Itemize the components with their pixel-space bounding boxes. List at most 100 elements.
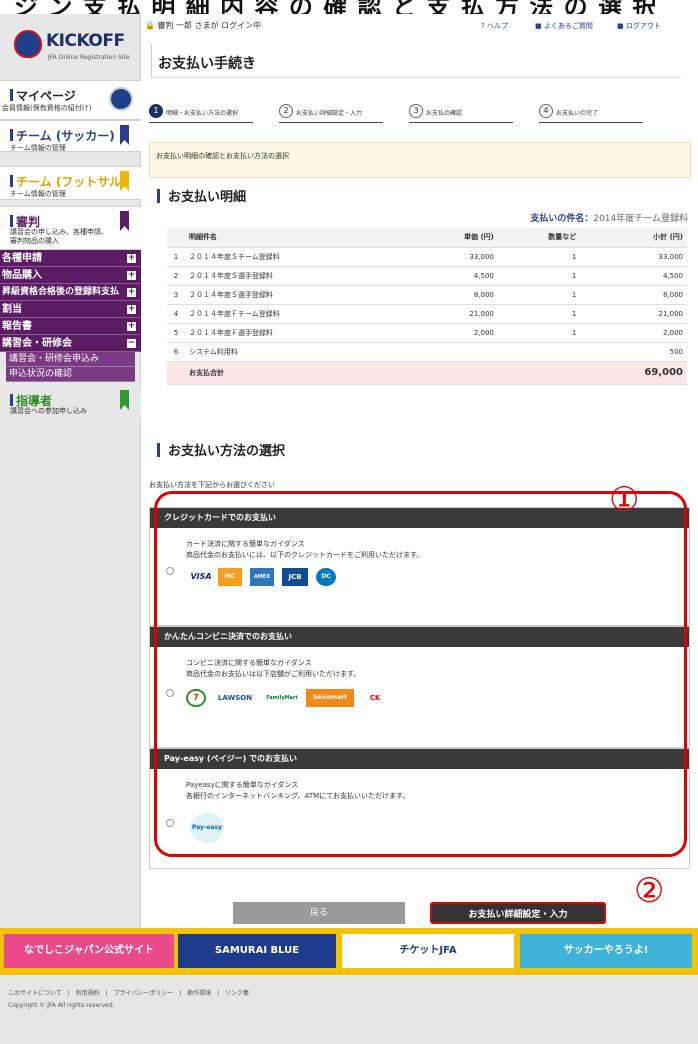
visa-logo: VISA (190, 572, 212, 581)
row-number: 6 (167, 342, 185, 362)
col-price-header: 単価 (円) (411, 228, 498, 248)
jfa-shield-icon (14, 30, 42, 58)
page-title-text: お支払い手続き (158, 56, 256, 72)
sidebar-item-label: マイページ (10, 87, 76, 104)
annotation-number-1: ① (609, 480, 640, 520)
table-row: 1 ２０１４年度Ｓチーム登録料 33,000 1 33,000 (167, 247, 687, 267)
samurai-blue-banner[interactable]: SAMURAI BLUE (178, 934, 336, 968)
table-row: 5 ２０１４年度Ｆ選手登録料 2,000 1 2,000 (167, 323, 687, 343)
soccer-yarouyo-banner[interactable]: サッカーやろうよ! (520, 934, 692, 968)
sidebar-item-team-soccer[interactable]: チーム (サッカー) チーム情報の管理 (0, 120, 141, 152)
menu-item-promotion-fee[interactable]: 昇級資格合格後の登録料支払 + (0, 284, 141, 301)
sidebar-item-coach[interactable]: 指導者 講習会への参加申し込み (0, 386, 141, 418)
nadeshiko-banner[interactable]: なでしこジャパン公式サイト (4, 934, 174, 968)
top-caption-text: ジ ン 支 払 明 細 内 容 の 確 認 と 支 払 方 法 の 選 択 (14, 0, 658, 14)
row-qty: 1 (497, 247, 581, 267)
row-price: 4,500 (411, 266, 498, 286)
row-qty: 1 (497, 266, 581, 286)
payment-subject: 支払いの件名：2014年度チーム登録料 (530, 211, 688, 224)
instruction-note: お支払い明細の確認とお支払い方法の選択 (149, 142, 691, 178)
help-link[interactable]: ? ヘルプ (481, 21, 508, 31)
sidebar-item-referee[interactable]: 審判 講習会の申し込み、各種申請、 審判物品の購入 (0, 206, 141, 250)
page-title: お支払い手続き (151, 44, 681, 78)
menu-item-applications[interactable]: 各種申請 + (0, 250, 141, 267)
familymart-logo: FamilyMart (266, 695, 298, 701)
row-price: 33,000 (411, 247, 498, 267)
method-description: カード決済に関する簡単なガイダンス 商品代金のお支払いには、以下のクレジットカード… (186, 539, 423, 561)
bookmark-icon (120, 125, 129, 145)
col-qty-header: 数量など (497, 228, 581, 248)
row-subtotal: 33,000 (580, 247, 687, 267)
sidebar-item-sublabel: 審判物品の購入 (10, 237, 59, 245)
credit-card-radio[interactable] (166, 567, 174, 575)
sidebar-item-team-futsal[interactable]: チーム (フットサル) チーム情報の管理 (0, 166, 141, 200)
next-button[interactable]: お支払い詳細設定・入力 (430, 902, 606, 924)
pay-easy-radio[interactable] (166, 819, 174, 827)
step-underline (409, 122, 513, 123)
jcb-logo: JCB (282, 568, 308, 586)
diners-logo: DC (316, 568, 336, 586)
row-number: 1 (167, 247, 185, 267)
row-number: 4 (167, 304, 185, 324)
step-3-label: お支払の確認 (426, 110, 463, 117)
row-number: 2 (167, 266, 185, 286)
method-credit-card[interactable]: クレジットカードでのお支払い カード決済に関する簡単なガイダンス 商品代金のお支払… (149, 507, 690, 626)
sidebar-item-sublabel: 講習会への参加申し込み (10, 407, 87, 415)
table-row: 2 ２０１４年度Ｓ選手登録料 4,500 1 4,500 (167, 266, 687, 286)
circlek-logo: CK (369, 694, 381, 702)
step-4-label: お支払いの完了 (556, 110, 599, 117)
table-row: 4 ２０１４年度Ｆチーム登録料 21,000 1 21,000 (167, 304, 687, 324)
menu-item-assignment[interactable]: 割当 + (0, 301, 141, 318)
method-convenience-store[interactable]: かんたんコンビニ決済でのお支払い コンビニ決済に関する簡単なガイダンス 商品代金の… (149, 626, 690, 748)
footer-links[interactable]: このサイトについて | 利用規約 | プライバシーポリシー | 動作環境 | リ… (8, 988, 249, 997)
menu-label: 物品購入 (2, 270, 42, 281)
step-1-number: 1 (149, 104, 163, 118)
method-description: コンビニ決済に関する簡単なガイダンス商品代金のお支払いは以下店舗がご利用いただけ… (186, 658, 360, 680)
logout-label: ログアウト (625, 22, 661, 30)
submenu-item-application-status[interactable]: 申込状況の確認 (6, 367, 135, 382)
subject-label: 支払いの件名： (530, 214, 594, 224)
bookmark-icon (120, 211, 129, 231)
faq-link[interactable]: ■ よくあるご質問 (535, 21, 593, 31)
sidebar-item-label: チーム (サッカー) (10, 127, 115, 144)
sidebar-item-mypage[interactable]: マイページ 会員情報(保有資格の紹付け) (0, 80, 141, 120)
seicomart-logo: Seicomart (306, 689, 354, 707)
sidebar-item-sublabel: 会員情報(保有資格の紹付け) (2, 104, 92, 112)
plus-icon: + (127, 270, 136, 280)
total-row: お支払合計 69,000 (167, 361, 687, 385)
convenience-store-radio[interactable] (166, 689, 174, 697)
ticket-jfa-banner[interactable]: チケットJFA (342, 934, 514, 968)
row-name: ２０１４年度Ｆ選手登録料 (185, 323, 412, 343)
table-row: 6 システム利用料 500 (167, 342, 687, 362)
menu-item-reports[interactable]: 報告書 + (0, 318, 141, 335)
logo-title: KICKOFF (46, 31, 125, 51)
method-desc-line: Payeasyに関する簡単なガイダンス (186, 781, 299, 789)
payment-instruction: お支払い方法を下記からお選びください (149, 481, 275, 489)
help-label: ヘルプ (486, 22, 508, 30)
row-subtotal: 2,000 (580, 323, 687, 343)
row-price (411, 342, 498, 362)
step-3-number: 3 (409, 104, 423, 118)
sidebar: KICKOFF JFA Online Registration Site マイペ… (0, 14, 141, 954)
method-pay-easy[interactable]: Pay-easy (ペイジー) でのお支払い Payeasyに関する簡単なガイダ… (149, 748, 690, 869)
pay-easy-logo: Pay-easy (190, 813, 224, 843)
kickoff-logo[interactable]: KICKOFF JFA Online Registration Site (14, 24, 136, 76)
logout-link[interactable]: ■ ログアウト (617, 21, 661, 31)
method-desc-line: 商品代金のお支払いは以下店舗がご利用いただけます。 (186, 670, 361, 678)
step-underline (539, 122, 643, 123)
method-desc-line: コンビニ決済に関する簡単なガイダンス (186, 659, 312, 667)
menu-item-seminars[interactable]: 講習会・研修会 − (0, 335, 141, 352)
row-qty: 1 (497, 323, 581, 343)
sidebar-item-sublabel: チーム情報の管理 (10, 144, 66, 152)
row-subtotal: 21,000 (580, 304, 687, 324)
row-price: 8,000 (411, 285, 498, 305)
submenu-item-seminar-apply[interactable]: 講習会・研修会申込み (6, 352, 135, 367)
row-subtotal: 8,000 (580, 285, 687, 305)
row-subtotal: 500 (580, 342, 687, 362)
row-subtotal: 4,500 (580, 266, 687, 286)
step-2-number: 2 (279, 104, 293, 118)
payment-method-heading: お支払い方法の選択 (157, 440, 285, 459)
back-button[interactable]: 戻る (233, 902, 405, 924)
col-subtotal-header: 小計 (円) (580, 228, 687, 248)
menu-item-goods[interactable]: 物品購入 + (0, 267, 141, 284)
